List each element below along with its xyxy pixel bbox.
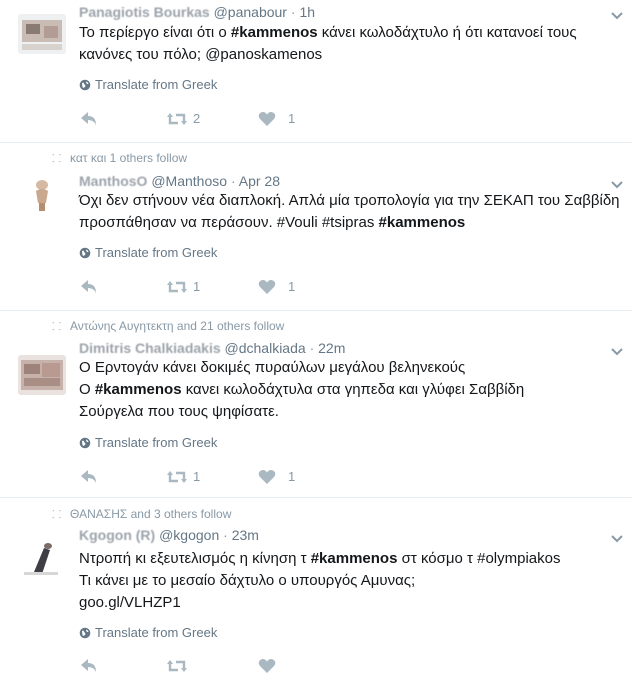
avatar[interactable] [18, 173, 66, 213]
tweet[interactable]: ⸬ ΘΑΝΑΣΗΣ and 3 others follow Kgogon (R) … [0, 498, 632, 691]
tweet[interactable]: Panagiotis Bourkas @panabour · 1h Το περ… [0, 0, 632, 143]
author-name[interactable]: Kgogon (R) [79, 527, 155, 543]
retweet-arrows-icon [167, 471, 187, 483]
author-name[interactable]: ManthosO [79, 173, 147, 189]
hashtag[interactable]: #kammenos [379, 214, 466, 231]
translate-label: Translate from Greek [95, 77, 218, 92]
tweet-actions: 1 1 [80, 467, 340, 487]
retweet-count: 1 [193, 469, 201, 484]
heart-icon [258, 280, 276, 294]
like-count: 1 [288, 111, 296, 126]
reply-arrow-icon [81, 280, 96, 293]
globe-icon [79, 627, 91, 639]
retweet-arrows-icon [167, 281, 187, 293]
follow-context-text: Αντώνης Αυγητεκτη and 21 others follow [70, 319, 285, 333]
tweet[interactable]: ⸬ κατ και 1 others follow ManthosO @Manth… [0, 143, 632, 311]
translate-link[interactable]: Translate from Greek [79, 625, 217, 640]
chevron-down-icon[interactable] [610, 531, 624, 543]
tweet-line: κανόνες του πόλο; @panoskamenos [79, 46, 323, 63]
tweet-header: Kgogon (R) @kgogon · 23m [79, 527, 259, 543]
retweet-count: 2 [193, 111, 201, 126]
hashtag[interactable]: #kammenos [231, 24, 318, 41]
avatar[interactable] [18, 14, 66, 54]
like-count: 1 [288, 469, 296, 484]
follow-context-icon: ⸬ [52, 153, 62, 165]
tweet-text: Ο Ερντογάν κάνει δοκιμές πυραύλων μεγάλο… [79, 357, 627, 423]
author-name[interactable]: Panagiotis Bourkas [79, 4, 210, 20]
author-handle[interactable]: @dchalkiada [225, 340, 306, 356]
translate-label: Translate from Greek [95, 625, 218, 640]
reply-arrow-icon [81, 112, 96, 125]
separator-dot: · [230, 173, 236, 189]
author-handle[interactable]: @Manthoso [151, 173, 227, 189]
tweet-line: Ντροπή κι εξευτελισμός η κίνηση τ #kamme… [79, 550, 561, 567]
globe-icon [79, 437, 91, 449]
link[interactable]: goo.gl/VLHZP1 [79, 594, 181, 611]
author-handle[interactable]: @panabour [214, 4, 287, 20]
tweet-line: Όχι δεν στήνουν νέα διαπλοκή. Απλά μία τ… [79, 192, 620, 209]
follow-context-text: ΘΑΝΑΣΗΣ and 3 others follow [70, 507, 232, 521]
author-handle[interactable]: @kgogon [159, 527, 219, 543]
translate-link[interactable]: Translate from Greek [79, 77, 217, 92]
retweet-arrows-icon [167, 660, 187, 672]
chevron-down-icon[interactable] [610, 177, 624, 189]
tweet-line: Το περίεργο είναι ότι ο #kammenos κάνει … [79, 24, 577, 41]
translate-label: Translate from Greek [95, 435, 218, 450]
timeline: Panagiotis Bourkas @panabour · 1h Το περ… [0, 0, 632, 691]
retweet-count: 1 [193, 279, 201, 294]
author-name[interactable]: Dimitris Chalkiadakis [79, 340, 221, 356]
tweet-header: Dimitris Chalkiadakis @dchalkiada · 22m [79, 340, 345, 356]
follow-context[interactable]: ⸬ Αντώνης Αυγητεκτη and 21 others follow [52, 319, 284, 333]
translate-label: Translate from Greek [95, 245, 218, 260]
globe-icon [79, 247, 91, 259]
timestamp[interactable]: Apr 28 [239, 173, 280, 189]
timestamp[interactable]: 1h [299, 4, 315, 20]
reply-arrow-icon [81, 659, 96, 672]
tweet-header: Panagiotis Bourkas @panabour · 1h [79, 4, 315, 20]
hashtag[interactable]: #kammenos [311, 550, 398, 567]
avatar[interactable] [18, 355, 66, 395]
tweet-actions: 2 1 [80, 109, 340, 129]
tweet-text: Το περίεργο είναι ότι ο #kammenos κάνει … [79, 22, 627, 66]
like-count: 1 [288, 279, 296, 294]
tweet-line: Τι κάνει με το μεσαίο δάχτυλο ο υπουργός… [79, 572, 416, 589]
heart-icon [258, 659, 276, 673]
translate-link[interactable]: Translate from Greek [79, 435, 217, 450]
follow-context-text: κατ και 1 others follow [70, 151, 188, 165]
tweet-header: ManthosO @Manthoso · Apr 28 [79, 173, 280, 189]
tweet-text: Όχι δεν στήνουν νέα διαπλοκή. Απλά μία τ… [79, 190, 627, 234]
follow-context[interactable]: ⸬ κατ και 1 others follow [52, 151, 187, 165]
separator-dot: · [223, 527, 228, 543]
tweet-actions: 1 1 [80, 277, 340, 297]
translate-link[interactable]: Translate from Greek [79, 245, 217, 260]
follow-context-icon: ⸬ [52, 321, 62, 333]
retweet-arrows-icon [167, 113, 187, 125]
timestamp[interactable]: 23m [232, 527, 259, 543]
globe-icon [79, 79, 91, 91]
tweet-line: προσπάθησαν να περάσουν. #Vouli #tsipras… [79, 214, 466, 231]
tweet-line: goo.gl/VLHZP1 [79, 592, 627, 614]
follow-context[interactable]: ⸬ ΘΑΝΑΣΗΣ and 3 others follow [52, 507, 231, 521]
hashtag[interactable]: #kammenos [95, 381, 182, 398]
chevron-down-icon[interactable] [610, 344, 624, 356]
tweet-line: Σούργελα που τους ψηφίσατε. [79, 403, 279, 420]
separator-dot: · [290, 4, 296, 20]
tweet-line: Ο Ερντογάν κάνει δοκιμές πυραύλων μεγάλο… [79, 359, 466, 376]
chevron-down-icon[interactable] [610, 8, 624, 20]
heart-icon [258, 470, 276, 484]
reply-arrow-icon [81, 470, 96, 483]
follow-context-icon: ⸬ [52, 509, 62, 521]
tweet-text: Ντροπή κι εξευτελισμός η κίνηση τ #kamme… [79, 548, 627, 614]
avatar[interactable] [18, 538, 66, 578]
tweet-actions [80, 656, 340, 676]
heart-icon [258, 112, 276, 126]
timestamp[interactable]: 22m [318, 340, 345, 356]
tweet-line: Ο #kammenos κανει κωλοδάχτυλα στα γηπεδα… [79, 381, 525, 398]
tweet[interactable]: ⸬ Αντώνης Αυγητεκτη and 21 others follow … [0, 311, 632, 498]
separator-dot: · [309, 340, 315, 356]
